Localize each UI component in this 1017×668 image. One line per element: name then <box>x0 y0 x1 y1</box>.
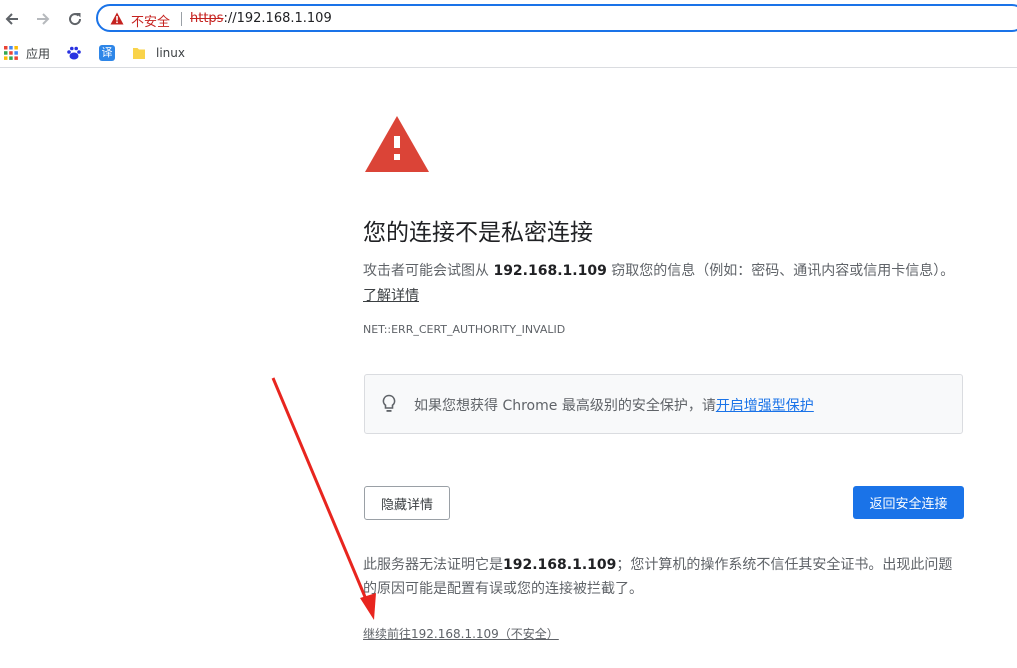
bookmarks-bar: 应用 译 linux <box>0 38 1017 68</box>
hide-details-button[interactable]: 隐藏详情 <box>364 486 450 520</box>
back-to-safety-button[interactable]: 返回安全连接 <box>853 486 964 519</box>
desc-host: 192.168.1.109 <box>493 263 607 279</box>
enhanced-protection-tip: 如果您想获得 Chrome 最高级别的安全保护，请开启增强型保护 <box>364 374 963 434</box>
bookmark-translate[interactable]: 译 <box>99 43 115 63</box>
warning-triangle-icon <box>365 116 429 172</box>
reload-icon <box>69 13 82 26</box>
browser-toolbar: 不安全 https://192.168.1.109 <box>0 0 1017 38</box>
translate-icon: 译 <box>99 45 115 61</box>
explain-text: 此服务器无法证明它是 <box>363 557 503 573</box>
folder-icon <box>133 48 145 59</box>
arrow-right-icon <box>37 13 50 25</box>
error-code: NET::ERR_CERT_AUTHORITY_INVALID <box>363 323 566 336</box>
back-button[interactable] <box>0 7 24 31</box>
url-scheme: https <box>190 11 224 26</box>
details-explanation: 此服务器无法证明它是192.168.1.109；您计算机的操作系统不信任其安全证… <box>363 553 963 601</box>
tip-text-body: 如果您想获得 Chrome 最高级别的安全保护，请 <box>414 398 716 414</box>
bookmark-apps-label: 应用 <box>26 46 51 61</box>
page-title: 您的连接不是私密连接 <box>363 220 593 246</box>
warning-description: 攻击者可能会试图从 192.168.1.109 窃取您的信息（例如：密码、通讯内… <box>363 259 963 309</box>
bookmark-linux-label: linux <box>156 46 185 60</box>
desc-text: 攻击者可能会试图从 <box>363 263 494 279</box>
apps-grid-icon <box>4 46 18 60</box>
warning-triangle-icon[interactable] <box>110 12 124 25</box>
security-status-label[interactable]: 不安全 <box>131 11 170 30</box>
baidu-paw-icon <box>67 46 81 60</box>
arrow-left-icon <box>5 13 18 25</box>
explain-host: 192.168.1.109 <box>503 557 617 573</box>
omnibox-divider <box>181 12 182 26</box>
desc-text-suffix: 窃取您的信息（例如：密码、通讯内容或信用卡信息）。 <box>606 263 955 279</box>
learn-more-link[interactable]: 了解详情 <box>363 288 419 304</box>
bookmark-baidu[interactable] <box>66 43 82 63</box>
lightbulb-icon <box>382 394 396 412</box>
url-text[interactable]: https://192.168.1.109 <box>190 11 332 26</box>
bookmark-apps[interactable]: 应用 <box>4 43 50 63</box>
forward-button[interactable] <box>31 7 55 31</box>
proceed-unsafe-link[interactable]: 继续前往192.168.1.109（不安全） <box>363 625 559 642</box>
address-bar[interactable]: 不安全 https://192.168.1.109 <box>96 4 1017 32</box>
tip-text: 如果您想获得 Chrome 最高级别的安全保护，请开启增强型保护 <box>414 395 814 415</box>
reload-button[interactable] <box>63 7 87 31</box>
bookmark-linux[interactable]: linux <box>132 43 185 63</box>
enhanced-protection-link[interactable]: 开启增强型保护 <box>716 398 814 414</box>
url-host: ://192.168.1.109 <box>223 11 332 26</box>
